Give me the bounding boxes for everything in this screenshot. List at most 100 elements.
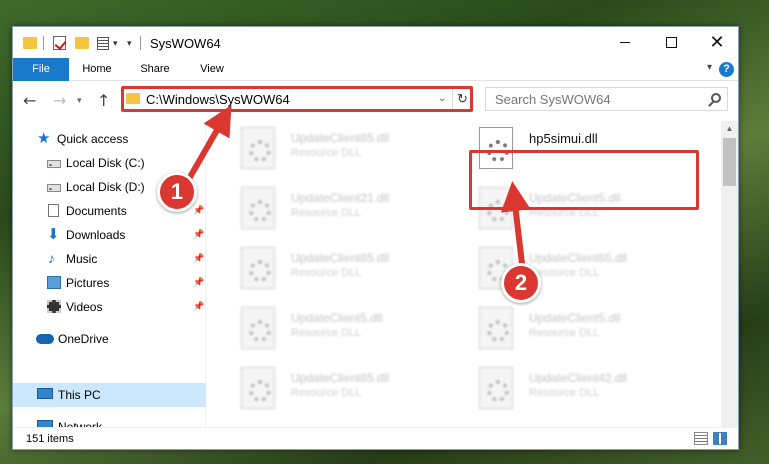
file-list: UpdateClient65.dll Resource DLL hp5simui… xyxy=(207,121,719,427)
maximize-button[interactable] xyxy=(648,27,694,57)
star-icon: ★ xyxy=(37,130,51,147)
chevron-down-icon[interactable]: ⌄ xyxy=(438,93,446,104)
file-item[interactable]: UpdateClient65.dll Resource DLL xyxy=(207,363,437,419)
tab-home[interactable]: Home xyxy=(69,58,125,81)
help-icon[interactable]: ? xyxy=(719,62,734,77)
details-view-icon[interactable] xyxy=(694,432,708,445)
dll-file-icon xyxy=(479,187,513,229)
new-folder-icon[interactable] xyxy=(75,37,89,49)
file-name: UpdateClient5.dll xyxy=(291,311,383,325)
pin-icon[interactable]: 📌 xyxy=(193,229,204,239)
tab-file[interactable]: File xyxy=(13,58,69,81)
music-icon: ♪ xyxy=(48,250,55,266)
file-item[interactable]: UpdateClient5.dll Resource DLL xyxy=(445,183,675,239)
dll-file-icon xyxy=(241,127,275,169)
file-item[interactable]: UpdateClient65.dll Resource DLL xyxy=(207,123,437,179)
step-badge-1: 1 xyxy=(157,172,197,212)
dll-file-icon xyxy=(241,307,275,349)
file-name: UpdateClient65.dll xyxy=(291,251,390,265)
customize-toolbar-icon[interactable]: ▾ xyxy=(127,38,132,54)
file-type: Resource DLL xyxy=(291,267,362,279)
dll-file-icon xyxy=(479,127,513,169)
forward-arrow-icon[interactable]: → xyxy=(53,91,66,110)
address-path[interactable]: C:\Windows\SysWOW64 xyxy=(146,92,290,107)
file-name: UpdateClient5.dll xyxy=(529,191,621,205)
sidebar-item-videos[interactable]: Videos 📌 xyxy=(13,295,206,319)
recent-locations-icon[interactable]: ▾ xyxy=(77,96,82,106)
file-name: UpdateClient65.dll xyxy=(291,131,390,145)
sidebar-item-pictures[interactable]: Pictures 📌 xyxy=(13,271,206,295)
pin-icon[interactable]: 📌 xyxy=(193,205,204,215)
folder-icon xyxy=(126,93,140,104)
file-item[interactable]: UpdateClient42.dll Resource DLL xyxy=(445,363,675,419)
sidebar-item-label: Videos xyxy=(66,300,103,314)
tab-view[interactable]: View xyxy=(185,58,239,81)
separator xyxy=(43,36,44,50)
tab-share[interactable]: Share xyxy=(125,58,185,81)
file-item[interactable]: UpdateClient5.dll Resource DLL xyxy=(207,303,437,359)
videos-icon xyxy=(47,300,61,313)
this-pc-icon xyxy=(37,388,53,399)
address-bar[interactable]: C:\Windows\SysWOW64 ⌄ ↻ xyxy=(121,87,473,111)
file-item[interactable]: UpdateClient21.dll Resource DLL xyxy=(207,183,437,239)
file-name: UpdateClient65.dll xyxy=(529,251,628,265)
file-item[interactable]: UpdateClient65.dll Resource DLL xyxy=(207,243,437,299)
explorer-window: ▾ ▾ SysWOW64 ✕ File Home Share View ▾ ? … xyxy=(12,26,739,450)
file-name: UpdateClient42.dll xyxy=(529,371,628,385)
dll-file-icon xyxy=(241,247,275,289)
file-name: hp5simui.dll xyxy=(529,131,598,146)
downloads-icon: ⬇ xyxy=(47,226,60,243)
file-item[interactable]: UpdateClient5.dll Resource DLL xyxy=(445,303,675,359)
dll-file-icon xyxy=(241,367,275,409)
file-item-hp5simui[interactable]: hp5simui.dll xyxy=(445,123,675,179)
sidebar-item-label: Local Disk (C:) xyxy=(66,156,145,170)
file-type: Resource DLL xyxy=(291,147,362,159)
sidebar-item-quick-access[interactable]: ★ Quick access xyxy=(13,127,206,151)
up-arrow-icon[interactable]: ↑ xyxy=(97,91,110,110)
scroll-up-icon[interactable]: ▲ xyxy=(721,121,738,137)
file-name: UpdateClient65.dll xyxy=(291,371,390,385)
sidebar-item-this-pc[interactable]: This PC xyxy=(13,383,206,407)
pin-icon[interactable]: 📌 xyxy=(193,301,204,311)
sidebar-item-label: Quick access xyxy=(57,132,129,146)
file-type: Resource DLL xyxy=(291,387,362,399)
ribbon-tabs: File Home Share View ▾ ? xyxy=(13,58,738,81)
search-icon[interactable] xyxy=(711,93,721,103)
folder-icon xyxy=(23,37,37,49)
sidebar-item-label: Music xyxy=(66,252,98,266)
drive-icon xyxy=(47,160,61,168)
back-arrow-icon[interactable]: ← xyxy=(23,91,36,110)
file-item[interactable]: UpdateClient65.dll Resource DLL xyxy=(445,243,675,299)
onedrive-icon xyxy=(36,334,54,344)
pictures-icon xyxy=(47,276,61,289)
dll-file-icon xyxy=(241,187,275,229)
close-button[interactable]: ✕ xyxy=(694,27,738,57)
search-input[interactable]: Search SysWOW64 xyxy=(485,87,728,111)
sidebar-item-label: OneDrive xyxy=(58,332,109,346)
sidebar-item-onedrive[interactable]: OneDrive xyxy=(13,327,206,351)
large-icons-view-icon[interactable] xyxy=(713,432,727,445)
properties-check-icon[interactable] xyxy=(53,36,66,50)
file-type: Resource DLL xyxy=(529,327,600,339)
pin-icon[interactable]: 📌 xyxy=(193,253,204,263)
drive-icon xyxy=(47,184,61,192)
expand-ribbon-icon[interactable]: ▾ xyxy=(707,62,712,73)
item-count: 151 items xyxy=(26,433,74,445)
sidebar-item-music[interactable]: ♪ Music 📌 xyxy=(13,247,206,271)
minimize-button[interactable] xyxy=(602,27,648,57)
dll-file-icon xyxy=(479,367,513,409)
dll-file-icon xyxy=(479,307,513,349)
pin-icon[interactable]: 📌 xyxy=(193,277,204,287)
refresh-icon[interactable]: ↻ xyxy=(452,88,472,110)
chevron-down-icon[interactable]: ▾ xyxy=(113,38,118,54)
file-type: Resource DLL xyxy=(529,207,600,219)
sidebar-item-downloads[interactable]: ⬇ Downloads 📌 xyxy=(13,223,206,247)
view-properties-icon[interactable] xyxy=(97,37,109,50)
vertical-scrollbar[interactable]: ▲ xyxy=(721,121,738,427)
file-type: Resource DLL xyxy=(529,387,600,399)
navigation-pane: ★ Quick access Local Disk (C:) Local Dis… xyxy=(13,121,206,434)
sidebar-item-label: Pictures xyxy=(66,276,110,290)
search-placeholder: Search SysWOW64 xyxy=(495,92,611,107)
scroll-thumb[interactable] xyxy=(723,138,736,186)
sidebar-item-label: Documents xyxy=(66,204,127,218)
